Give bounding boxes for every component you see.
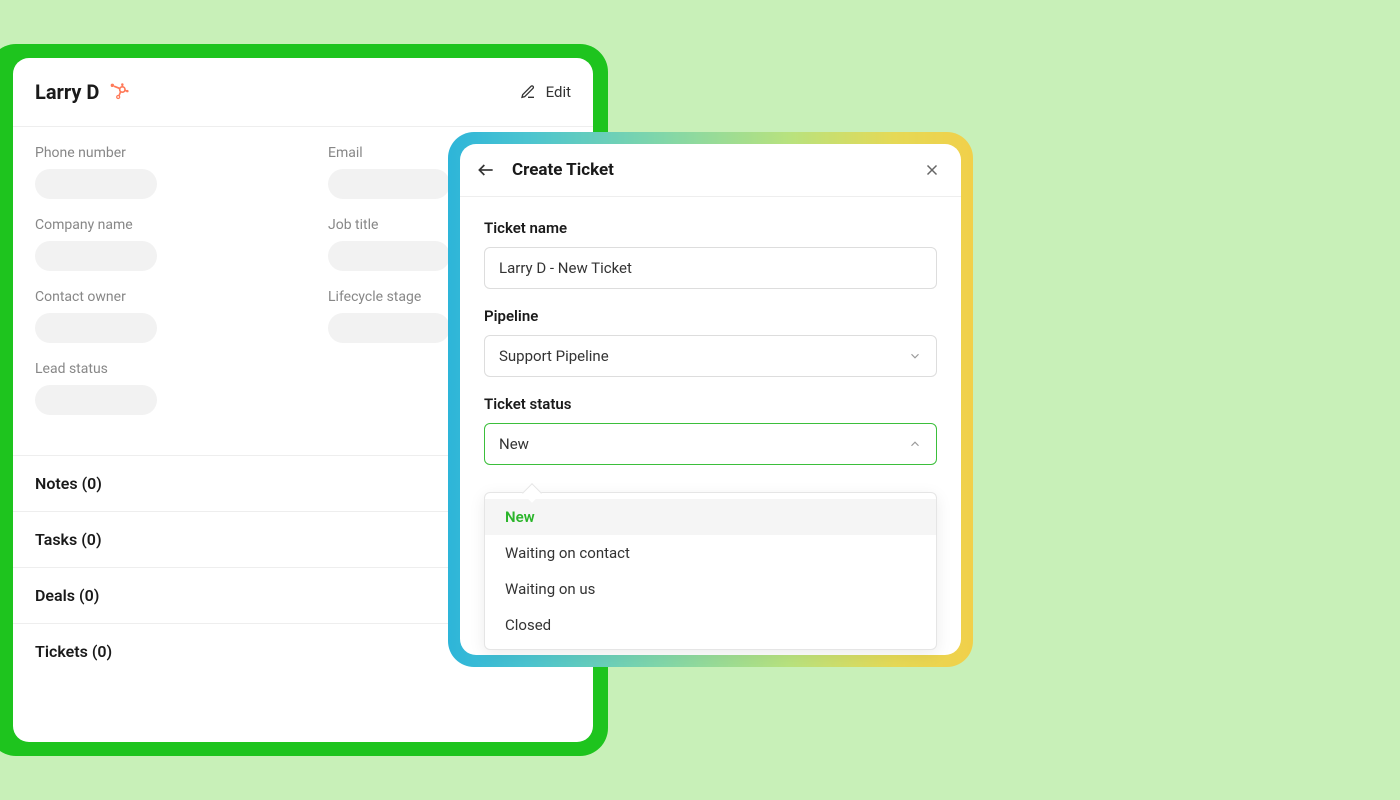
- ticket-status-select[interactable]: New: [484, 423, 937, 465]
- modal-title: Create Ticket: [512, 160, 907, 180]
- create-ticket-modal-frame: Create Ticket Ticket name Pipeline Suppo…: [448, 132, 973, 667]
- section-label-wrap: Deals (0): [35, 586, 99, 605]
- chevron-up-icon: [908, 437, 922, 451]
- section-label-wrap: Tickets (0): [35, 642, 112, 661]
- status-dropdown-menu: New Waiting on contact Waiting on us Clo…: [484, 492, 937, 650]
- field-placeholder[interactable]: [35, 241, 157, 271]
- field-placeholder[interactable]: [328, 313, 450, 343]
- field-owner: Contact owner: [35, 289, 278, 343]
- status-option-waiting-us[interactable]: Waiting on us: [485, 571, 936, 607]
- pipeline-label: Pipeline: [484, 307, 937, 325]
- form-group-ticket-name: Ticket name: [484, 219, 937, 289]
- field-placeholder[interactable]: [328, 169, 450, 199]
- create-ticket-modal: Create Ticket Ticket name Pipeline Suppo…: [460, 144, 961, 655]
- form-group-pipeline: Pipeline Support Pipeline: [484, 307, 937, 377]
- field-placeholder[interactable]: [35, 169, 157, 199]
- section-label: Tickets: [35, 642, 88, 661]
- form-group-ticket-status: Ticket status New: [484, 395, 937, 465]
- section-label-wrap: Tasks (0): [35, 530, 102, 549]
- close-icon[interactable]: [923, 161, 941, 179]
- field-placeholder[interactable]: [328, 241, 450, 271]
- field-placeholder[interactable]: [35, 385, 157, 415]
- pipeline-value: Support Pipeline: [499, 347, 609, 365]
- section-label: Notes: [35, 474, 78, 493]
- section-count: (0): [81, 530, 101, 549]
- status-option-new[interactable]: New: [485, 499, 936, 535]
- section-label-wrap: Notes (0): [35, 474, 102, 493]
- ticket-name-label: Ticket name: [484, 219, 937, 237]
- section-count: (0): [92, 642, 112, 661]
- field-placeholder[interactable]: [35, 313, 157, 343]
- pipeline-select[interactable]: Support Pipeline: [484, 335, 937, 377]
- contact-title-wrap: Larry D: [35, 80, 129, 104]
- field-label: Contact owner: [35, 289, 278, 305]
- ticket-status-value: New: [499, 435, 529, 453]
- section-label: Tasks: [35, 530, 77, 549]
- ticket-status-label: Ticket status: [484, 395, 937, 413]
- status-option-waiting-contact[interactable]: Waiting on contact: [485, 535, 936, 571]
- field-company: Company name: [35, 217, 278, 271]
- chevron-down-icon: [908, 349, 922, 363]
- ticket-name-input[interactable]: [484, 247, 937, 289]
- section-count: (0): [79, 586, 99, 605]
- field-label: Phone number: [35, 145, 278, 161]
- field-lead-status: Lead status: [35, 361, 278, 415]
- back-icon[interactable]: [476, 160, 496, 180]
- status-option-closed[interactable]: Closed: [485, 607, 936, 643]
- field-label: Company name: [35, 217, 278, 233]
- edit-button[interactable]: Edit: [520, 83, 571, 101]
- edit-icon: [520, 84, 536, 100]
- contact-title: Larry D: [35, 80, 99, 104]
- modal-header: Create Ticket: [460, 144, 961, 197]
- section-count: (0): [82, 474, 102, 493]
- field-label: Lead status: [35, 361, 278, 377]
- section-label: Deals: [35, 586, 75, 605]
- contact-header: Larry D: [13, 58, 593, 127]
- hubspot-icon: [109, 82, 129, 102]
- field-phone: Phone number: [35, 145, 278, 199]
- edit-label: Edit: [546, 83, 571, 101]
